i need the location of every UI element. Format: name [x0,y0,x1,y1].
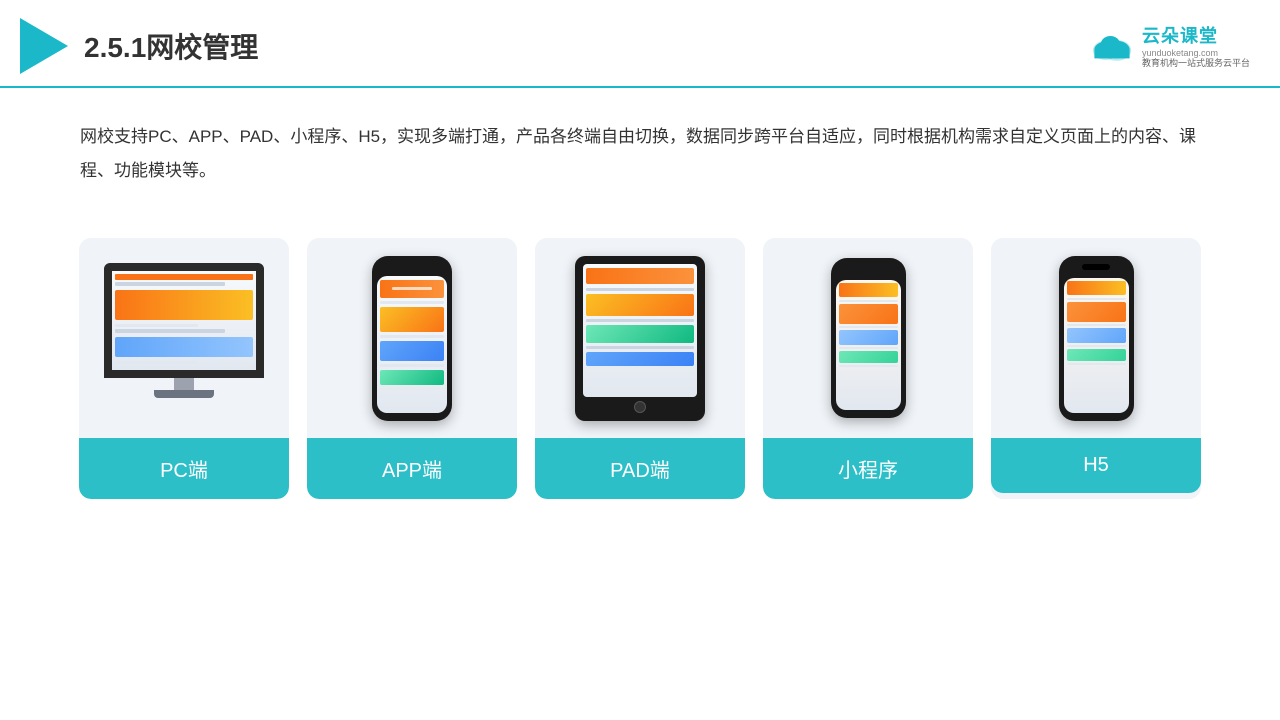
card-pc-image [79,238,289,438]
card-h5-image [991,238,1201,438]
card-pc-label: PC端 [79,438,289,499]
brand-url: yunduoketang.com [1142,48,1218,58]
cards-container: PC端 [0,218,1280,499]
logo-triangle-icon [20,18,68,74]
header: 2.5.1网校管理 云朵课堂 yunduoketang.com 教育机构一站式服… [0,0,1280,88]
tablet-mockup [575,256,705,421]
card-pc: PC端 [79,238,289,499]
brand-text: 云朵课堂 yunduoketang.com 教育机构一站式服务云平台 [1142,22,1250,70]
card-h5: H5 [991,238,1201,499]
app-phone-mockup [372,256,452,421]
card-pad-image [535,238,745,438]
header-left: 2.5.1网校管理 [20,18,258,74]
brand-slogan: 教育机构一站式服务云平台 [1142,58,1250,70]
mini-program-mockup [831,258,906,418]
pc-screen [104,263,264,378]
cloud-icon [1088,28,1136,64]
card-miniprogram-label: 小程序 [763,438,973,499]
card-pad-label: PAD端 [535,438,745,499]
card-app-image [307,238,517,438]
pc-mockup [99,263,269,413]
card-h5-label: H5 [991,438,1201,493]
page-title: 2.5.1网校管理 [84,26,258,66]
card-app-label: APP端 [307,438,517,499]
card-miniprogram-image [763,238,973,438]
card-app: APP端 [307,238,517,499]
card-pad: PAD端 [535,238,745,499]
h5-phone-mockup [1059,256,1134,421]
brand-name: 云朵课堂 [1142,22,1218,48]
description-text: 网校支持PC、APP、PAD、小程序、H5，实现多端打通，产品各终端自由切换，数… [0,88,1280,208]
brand-logo: 云朵课堂 yunduoketang.com 教育机构一站式服务云平台 [1088,22,1250,70]
card-miniprogram: 小程序 [763,238,973,499]
